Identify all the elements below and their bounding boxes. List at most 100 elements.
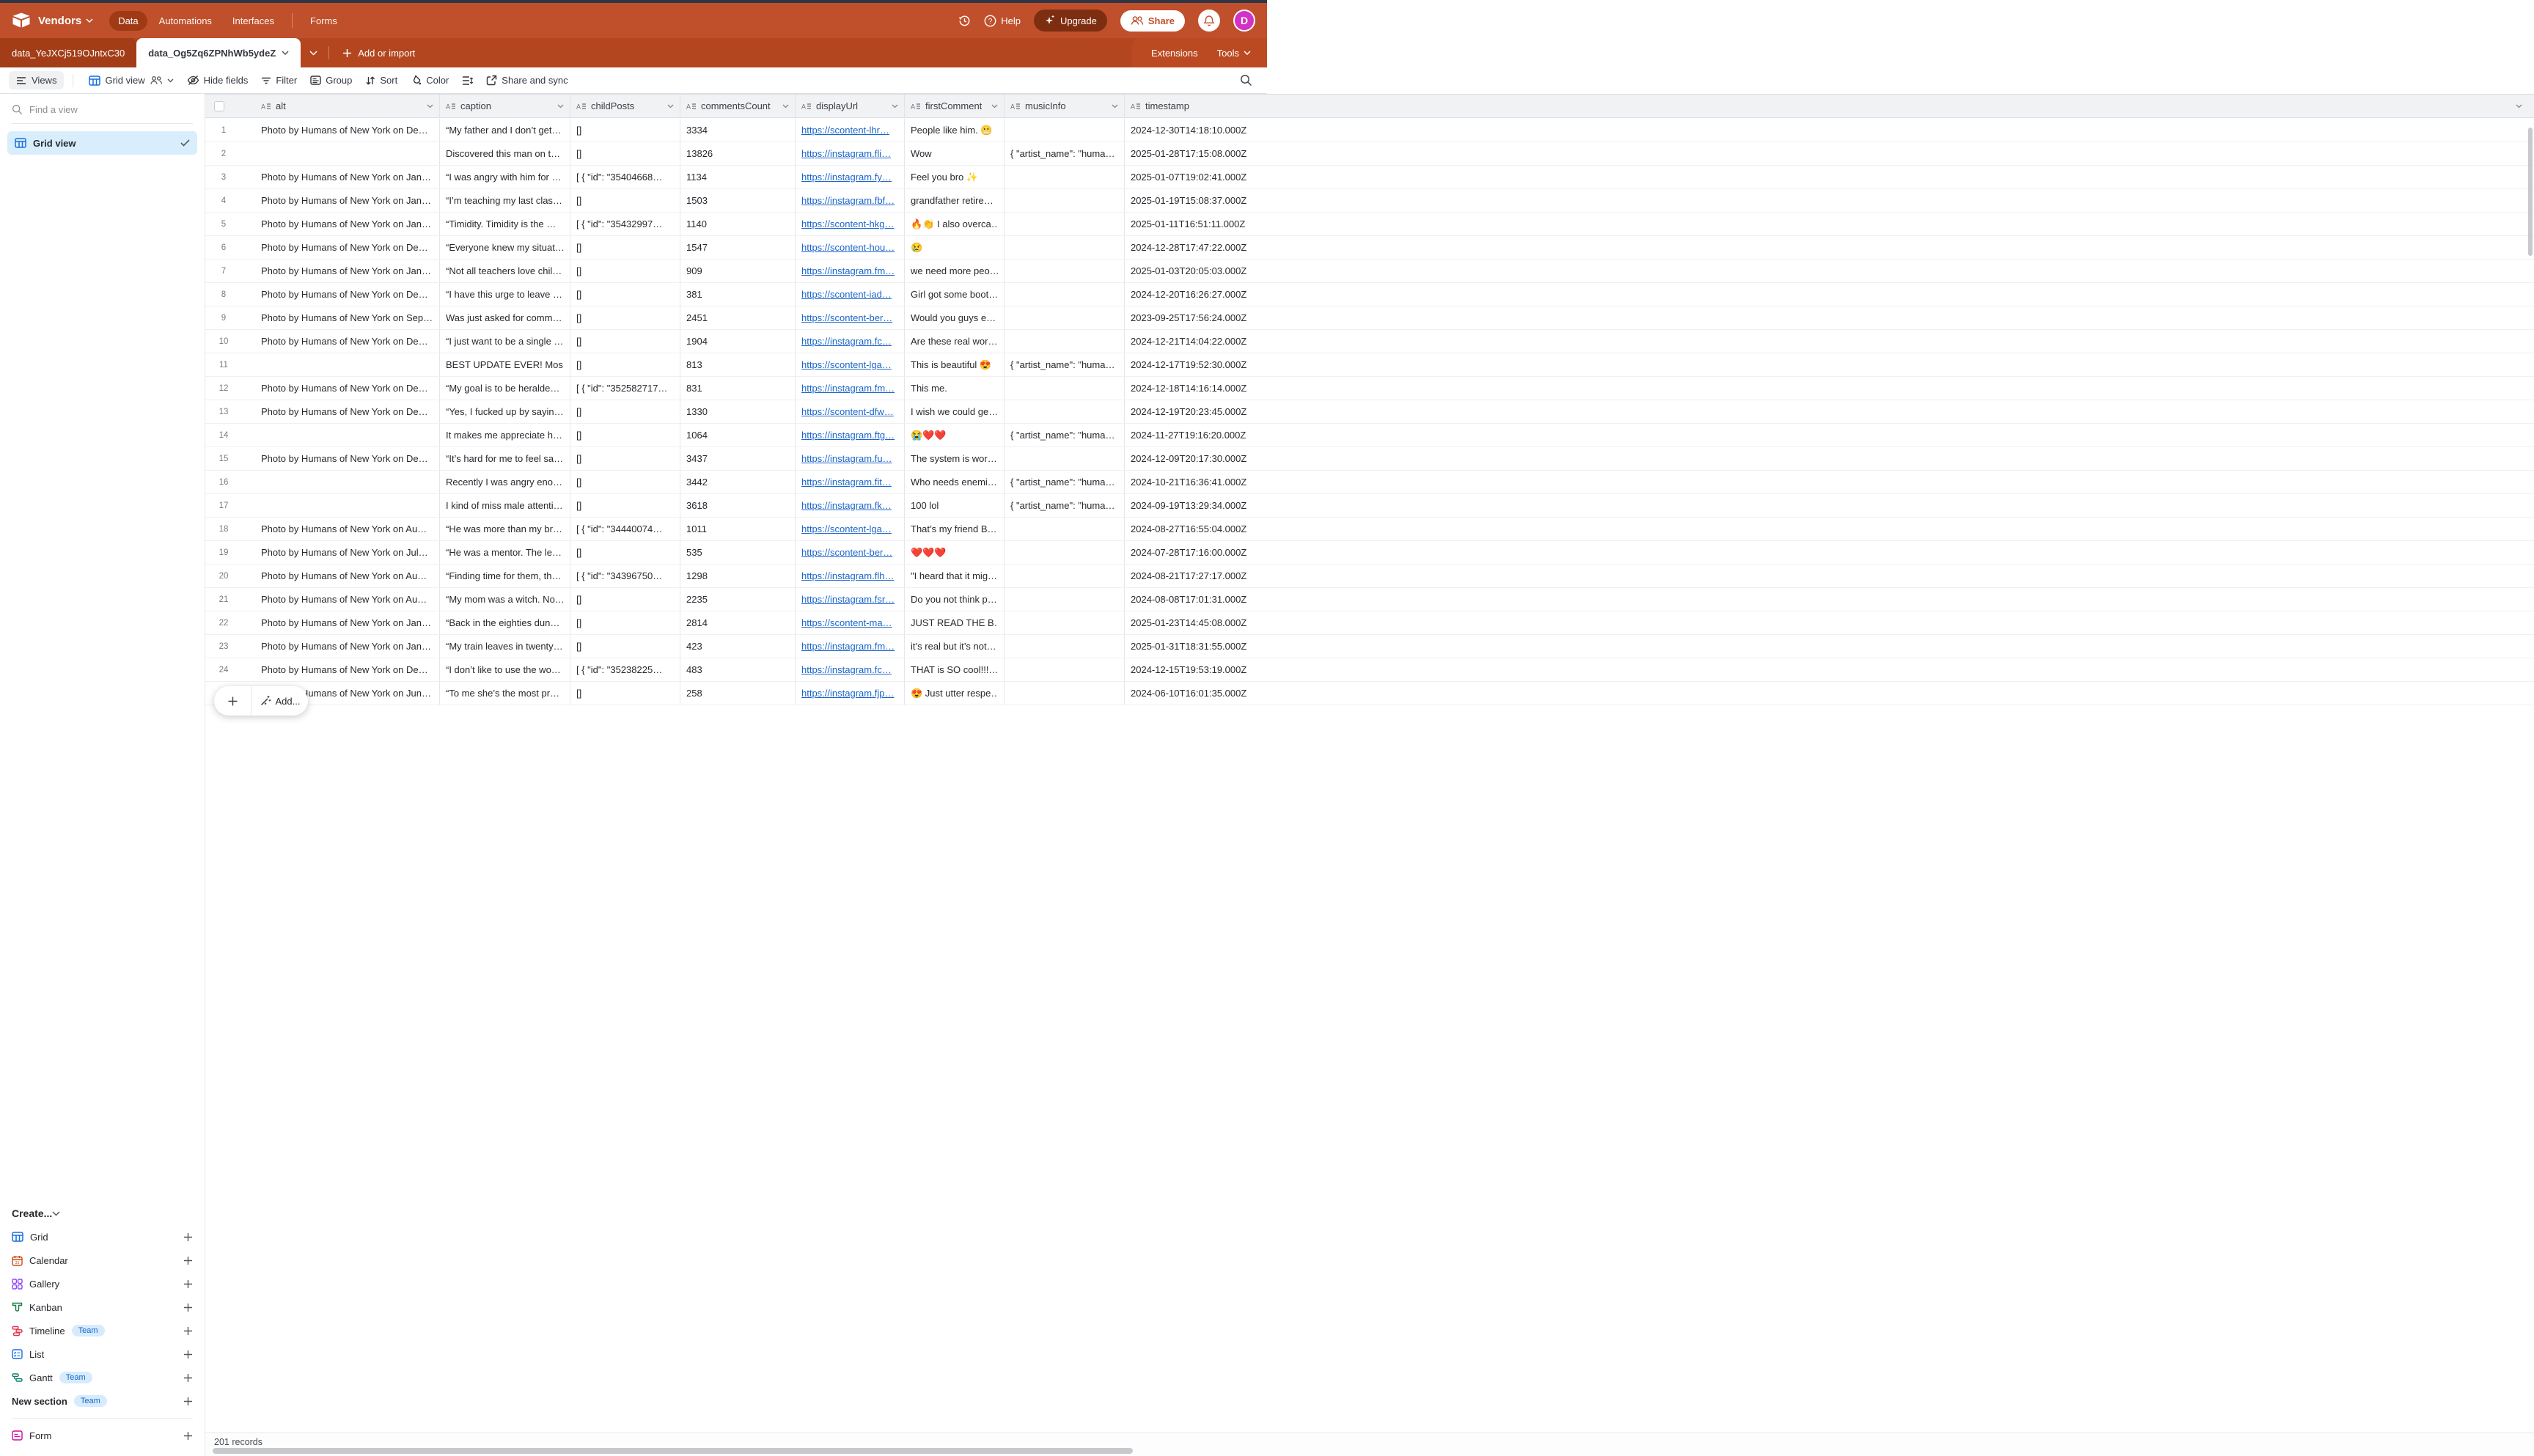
cell-displayUrl[interactable]: https://instagram.fm… xyxy=(796,635,905,658)
display-url-link[interactable]: https://scontent-lhr… xyxy=(801,125,889,136)
filter-button[interactable]: Filter xyxy=(254,71,304,89)
chevron-down-icon[interactable] xyxy=(557,104,564,109)
cell-alt[interactable]: 5Photo by Humans of New York on Jan… xyxy=(205,213,440,235)
cell-firstComment[interactable]: That’s my friend B… xyxy=(905,518,1005,540)
cell-displayUrl[interactable]: https://scontent-lhr… xyxy=(796,119,905,141)
cell-timestamp[interactable]: 2025-01-07T19:02:41.000Z xyxy=(1125,166,2534,188)
cell-firstComment[interactable]: we need more peo… xyxy=(905,260,1005,282)
nav-tab-data[interactable]: Data xyxy=(109,11,147,31)
cell-childPosts[interactable]: [] xyxy=(570,189,680,212)
cell-alt[interactable]: 10Photo by Humans of New York on De… xyxy=(205,330,440,353)
display-url-link[interactable]: https://scontent-hkg… xyxy=(801,218,894,229)
cell-musicInfo[interactable] xyxy=(1005,260,1125,282)
cell-musicInfo[interactable] xyxy=(1005,611,1125,634)
cell-commentsCount[interactable]: 423 xyxy=(680,635,796,658)
cell-musicInfo[interactable] xyxy=(1005,236,1125,259)
cell-displayUrl[interactable]: https://instagram.fli… xyxy=(796,142,905,165)
cell-childPosts[interactable]: [] xyxy=(570,260,680,282)
cell-timestamp[interactable]: 2024-06-10T16:01:35.000Z xyxy=(1125,682,2534,705)
cell-displayUrl[interactable]: https://instagram.flh… xyxy=(796,565,905,587)
cell-commentsCount[interactable]: 535 xyxy=(680,541,796,564)
cell-commentsCount[interactable]: 1140 xyxy=(680,213,796,235)
cell-caption[interactable]: Recently I was angry eno… xyxy=(440,471,570,493)
cell-musicInfo[interactable] xyxy=(1005,682,1125,705)
display-url-link[interactable]: https://scontent-lga… xyxy=(801,523,892,534)
cell-alt[interactable]: 18Photo by Humans of New York on Au… xyxy=(205,518,440,540)
cell-displayUrl[interactable]: https://instagram.fbf… xyxy=(796,189,905,212)
cell-timestamp[interactable]: 2024-12-21T14:04:22.000Z xyxy=(1125,330,2534,353)
sidebar-view-grid-view[interactable]: Grid view xyxy=(7,131,197,155)
cell-displayUrl[interactable]: https://instagram.fk… xyxy=(796,494,905,517)
cell-caption[interactable]: “Everyone knew my situat… xyxy=(440,236,570,259)
cell-firstComment[interactable]: 😢 xyxy=(905,236,1005,259)
cell-commentsCount[interactable]: 1330 xyxy=(680,400,796,423)
cell-firstComment[interactable]: Wow xyxy=(905,142,1005,165)
cell-displayUrl[interactable]: https://scontent-hkg… xyxy=(796,213,905,235)
share-button[interactable]: Share xyxy=(1120,10,1185,32)
plus-icon[interactable] xyxy=(183,1256,193,1265)
plus-icon[interactable] xyxy=(183,1326,193,1336)
cell-musicInfo[interactable]: { "artist_name": "huma… xyxy=(1005,494,1125,517)
column-header-timestamp[interactable]: Atimestamp xyxy=(1125,95,2534,117)
cell-timestamp[interactable]: 2024-12-17T19:52:30.000Z xyxy=(1125,353,2534,376)
cell-childPosts[interactable]: [ { "id": "35404668… xyxy=(570,166,680,188)
cell-childPosts[interactable]: [ { "id": "352582717… xyxy=(570,377,680,400)
cell-caption[interactable]: “I was angry with him for … xyxy=(440,166,570,188)
cell-displayUrl[interactable]: https://scontent-ber… xyxy=(796,306,905,329)
cell-childPosts[interactable]: [ { "id": "35238225… xyxy=(570,658,680,681)
cell-alt[interactable]: 21Photo by Humans of New York on Au… xyxy=(205,588,440,611)
extensions-button[interactable]: Extensions xyxy=(1151,48,1198,59)
cell-caption[interactable]: “My train leaves in twenty… xyxy=(440,635,570,658)
cell-childPosts[interactable]: [] xyxy=(570,588,680,611)
cell-firstComment[interactable]: Are these real wor… xyxy=(905,330,1005,353)
cell-caption[interactable]: “Not all teachers love chil… xyxy=(440,260,570,282)
cell-displayUrl[interactable]: https://instagram.fit… xyxy=(796,471,905,493)
cell-musicInfo[interactable]: { "artist_name": "huma… xyxy=(1005,424,1125,446)
cell-firstComment[interactable]: Would you guys e… xyxy=(905,306,1005,329)
cell-musicInfo[interactable] xyxy=(1005,658,1125,681)
cell-alt[interactable]: 7Photo by Humans of New York on Jan… xyxy=(205,260,440,282)
cell-displayUrl[interactable]: https://instagram.fm… xyxy=(796,377,905,400)
cell-commentsCount[interactable]: 3442 xyxy=(680,471,796,493)
cell-displayUrl[interactable]: https://instagram.ftg… xyxy=(796,424,905,446)
cell-alt[interactable]: 1Photo by Humans of New York on De… xyxy=(205,119,440,141)
cell-musicInfo[interactable] xyxy=(1005,189,1125,212)
tools-button[interactable]: Tools xyxy=(1217,48,1251,59)
cell-musicInfo[interactable] xyxy=(1005,518,1125,540)
cell-commentsCount[interactable]: 813 xyxy=(680,353,796,376)
cell-displayUrl[interactable]: https://scontent-lga… xyxy=(796,353,905,376)
cell-firstComment[interactable]: This is beautiful 😍 xyxy=(905,353,1005,376)
cell-displayUrl[interactable]: https://scontent-ma… xyxy=(796,611,905,634)
display-url-link[interactable]: https://scontent-ber… xyxy=(801,312,892,323)
cell-commentsCount[interactable]: 2235 xyxy=(680,588,796,611)
display-url-link[interactable]: https://instagram.fli… xyxy=(801,148,891,159)
cell-childPosts[interactable]: [ { "id": "34396750… xyxy=(570,565,680,587)
upgrade-button[interactable]: Upgrade xyxy=(1034,10,1107,32)
cell-firstComment[interactable]: Girl got some boot… xyxy=(905,283,1005,306)
find-view-input[interactable] xyxy=(29,104,161,115)
cell-timestamp[interactable]: 2024-12-20T16:26:27.000Z xyxy=(1125,283,2534,306)
cell-displayUrl[interactable]: https://instagram.fc… xyxy=(796,658,905,681)
cell-musicInfo[interactable] xyxy=(1005,283,1125,306)
add-record-button[interactable] xyxy=(214,686,251,716)
cell-timestamp[interactable]: 2024-12-19T20:23:45.000Z xyxy=(1125,400,2534,423)
create-item-form[interactable]: Form xyxy=(0,1424,205,1447)
cell-commentsCount[interactable]: 13826 xyxy=(680,142,796,165)
cell-commentsCount[interactable]: 3334 xyxy=(680,119,796,141)
cell-caption[interactable]: “Back in the eighties dun… xyxy=(440,611,570,634)
color-button[interactable]: Color xyxy=(404,71,455,89)
cell-timestamp[interactable]: 2025-01-31T18:31:55.000Z xyxy=(1125,635,2534,658)
cell-alt[interactable]: 14 xyxy=(205,424,440,446)
cell-firstComment[interactable]: grandfather retire… xyxy=(905,189,1005,212)
cell-timestamp[interactable]: 2024-09-19T13:29:34.000Z xyxy=(1125,494,2534,517)
cell-alt[interactable]: 24Photo by Humans of New York on De… xyxy=(205,658,440,681)
cell-musicInfo[interactable] xyxy=(1005,400,1125,423)
cell-caption[interactable]: Discovered this man on t… xyxy=(440,142,570,165)
create-item-new-section[interactable]: New section Team xyxy=(0,1389,205,1413)
cell-childPosts[interactable]: [ { "id": "34440074… xyxy=(570,518,680,540)
display-url-link[interactable]: https://scontent-lga… xyxy=(801,359,892,370)
nav-tab-forms[interactable]: Forms xyxy=(301,11,346,31)
cell-alt[interactable]: 9Photo by Humans of New York on Sep… xyxy=(205,306,440,329)
cell-timestamp[interactable]: 2024-12-09T20:17:30.000Z xyxy=(1125,447,2534,470)
cell-firstComment[interactable]: This me. xyxy=(905,377,1005,400)
